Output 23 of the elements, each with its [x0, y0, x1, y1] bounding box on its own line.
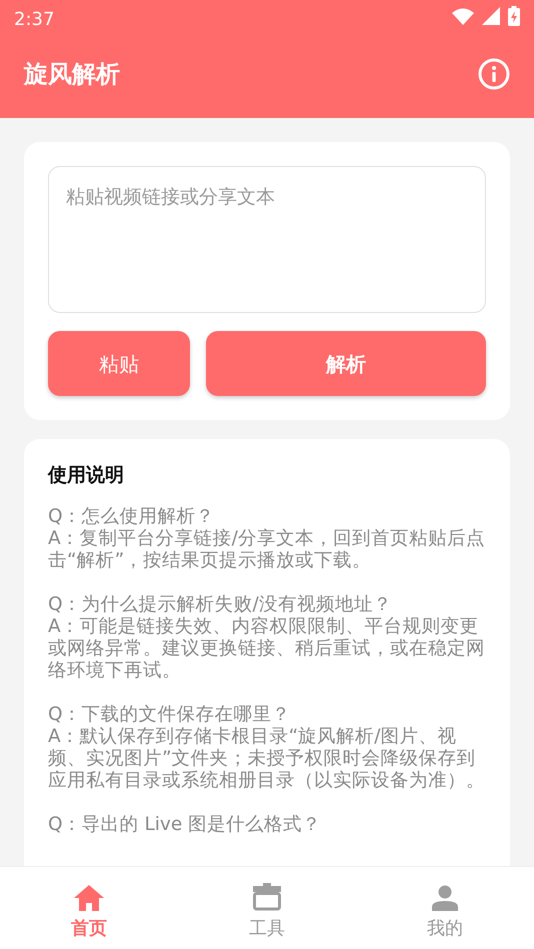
person-icon — [432, 885, 458, 911]
info-icon[interactable] — [478, 58, 510, 90]
faq-answer: A：可能是链接失效、内容权限限制、平台规则变更或网络异常。建议更换链接、稍后重试，或在稳定网络环境下再试。 — [48, 616, 486, 682]
wifi-icon — [452, 8, 474, 24]
nav-tab[interactable]: 工具 — [178, 867, 356, 949]
battery-icon — [508, 6, 520, 26]
faq-question: Q：导出的 Live 图是什么格式？ — [48, 814, 322, 836]
faq-question: Q：怎么使用解析？ — [48, 506, 216, 528]
toolbox-icon — [253, 883, 281, 911]
app-title: 旋风解析 — [24, 59, 120, 90]
faq-answer: A：默认保存到存储卡根目录“旋风解析/图片、视频、实况图片”文件夹；未授予权限时会降级保存到应用私有目录或系统相册目录（以实际设备为准）。 — [48, 726, 486, 792]
help-title: 使用说明 — [48, 463, 125, 488]
faq-question: Q：为什么提示解析失败/没有视频地址？ — [48, 594, 393, 616]
faq-question: Q：下载的文件保存在哪里？ — [48, 704, 292, 726]
parse-button[interactable]: 解析 — [206, 331, 486, 396]
status-time: 2:37 — [14, 8, 54, 32]
home-icon — [74, 885, 104, 911]
link-input-field[interactable]: 粘贴视频链接或分享文本 — [48, 166, 486, 313]
faq-answer: A：复制平台分享链接/分享文本，回到首页粘贴后点击“解析”，按结果页提示播放或下载。 — [48, 528, 486, 572]
nav-tab[interactable]: 我的 — [356, 867, 534, 949]
signal-icon — [482, 7, 500, 25]
nav-tab[interactable]: 首页 — [0, 867, 178, 949]
paste-button[interactable]: 粘贴 — [48, 331, 190, 396]
